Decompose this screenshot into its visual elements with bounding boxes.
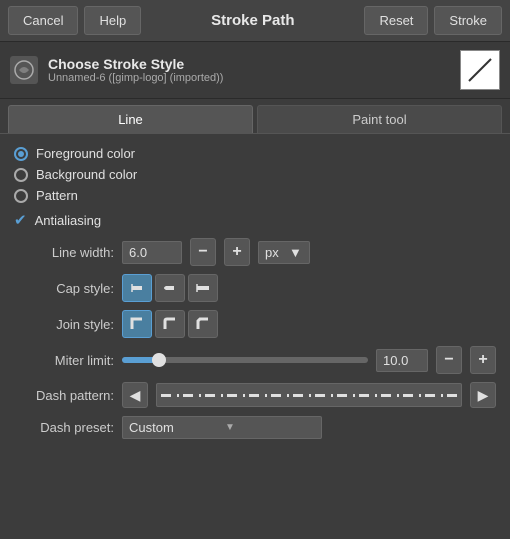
cap-style-group [122,274,218,302]
antialiasing-label: Antialiasing [35,213,102,228]
cap-style-square-button[interactable] [188,274,218,302]
radio-background-color[interactable]: Background color [14,167,496,182]
preview-svg [465,55,495,85]
antialiasing-checkbox[interactable]: ✔ Antialiasing [14,213,496,228]
toolbar-title: Stroke Path [147,12,358,29]
miter-limit-row: Miter limit: − + [14,346,496,374]
stroke-preview-thumbnail [460,50,500,90]
cap-style-label: Cap style: [14,281,114,296]
line-width-input[interactable] [122,241,182,264]
tab-paint-tool[interactable]: Paint tool [257,105,502,133]
unit-dropdown-arrow: ▼ [285,245,307,260]
join-style-bevel-button[interactable] [188,310,218,338]
miter-limit-input[interactable] [376,349,428,372]
radio-foreground-indicator [14,147,28,161]
line-width-label: Line width: [14,245,114,260]
dash-pattern-row: Dash pattern: ◀ ▶ [14,382,496,408]
stroke-button[interactable]: Stroke [434,6,502,35]
join-style-row: Join style: [14,310,496,338]
color-source-group: Foreground color Background color Patter… [14,146,496,203]
foreground-color-label: Foreground color [36,146,135,161]
dash-preset-dropdown[interactable]: Custom ▼ [122,416,322,439]
dash-pattern-prev-button[interactable]: ◀ [122,382,148,408]
join-style-group [122,310,218,338]
cap-style-round-button[interactable] [155,274,185,302]
gimp-logo-svg [13,59,35,81]
radio-background-indicator [14,168,28,182]
dash-preset-row: Dash preset: Custom ▼ [14,416,496,439]
dash-pattern-next-button[interactable]: ▶ [470,382,496,408]
dash-preset-dropdown-arrow: ▼ [225,422,315,433]
header-row: Choose Stroke Style Unnamed-6 ([gimp-log… [0,42,510,99]
join-style-miter-button[interactable] [122,310,152,338]
reset-button[interactable]: Reset [364,6,428,35]
dash-pattern-visual [161,394,457,397]
choose-stroke-style-title: Choose Stroke Style [48,56,450,72]
dash-preset-label: Dash preset: [14,420,114,435]
line-width-unit-select[interactable]: px ▼ [258,241,310,264]
join-style-round-button[interactable] [155,310,185,338]
radio-pattern-indicator [14,189,28,203]
cap-style-row: Cap style: [14,274,496,302]
help-button[interactable]: Help [84,6,141,35]
gimp-icon [10,56,38,84]
dash-pattern-preview[interactable] [156,383,462,407]
miter-limit-plus-button[interactable]: + [470,346,496,374]
dash-preset-value: Custom [129,420,219,435]
dash-pattern-label: Dash pattern: [14,388,114,403]
join-style-label: Join style: [14,317,114,332]
content-panel: Foreground color Background color Patter… [0,133,510,459]
header-text: Choose Stroke Style Unnamed-6 ([gimp-log… [48,56,450,84]
toolbar: Cancel Help Stroke Path Reset Stroke [0,0,510,42]
miter-limit-label: Miter limit: [14,353,114,368]
tab-bar: Line Paint tool [0,99,510,133]
miter-limit-slider-thumb[interactable] [152,353,166,367]
miter-limit-minus-button[interactable]: − [436,346,462,374]
background-color-label: Background color [36,167,137,182]
cancel-button[interactable]: Cancel [8,6,78,35]
unit-label: px [261,245,283,260]
radio-pattern[interactable]: Pattern [14,188,496,203]
pattern-label: Pattern [36,188,78,203]
miter-limit-slider[interactable] [122,357,368,363]
filename-subtitle: Unnamed-6 ([gimp-logo] (imported)) [48,72,450,84]
line-width-row: Line width: − + px ▼ [14,238,496,266]
line-width-minus-button[interactable]: − [190,238,216,266]
line-width-plus-button[interactable]: + [224,238,250,266]
radio-foreground-color[interactable]: Foreground color [14,146,496,161]
tab-line[interactable]: Line [8,105,253,133]
cap-style-butt-button[interactable] [122,274,152,302]
check-icon: ✔ [14,213,27,228]
